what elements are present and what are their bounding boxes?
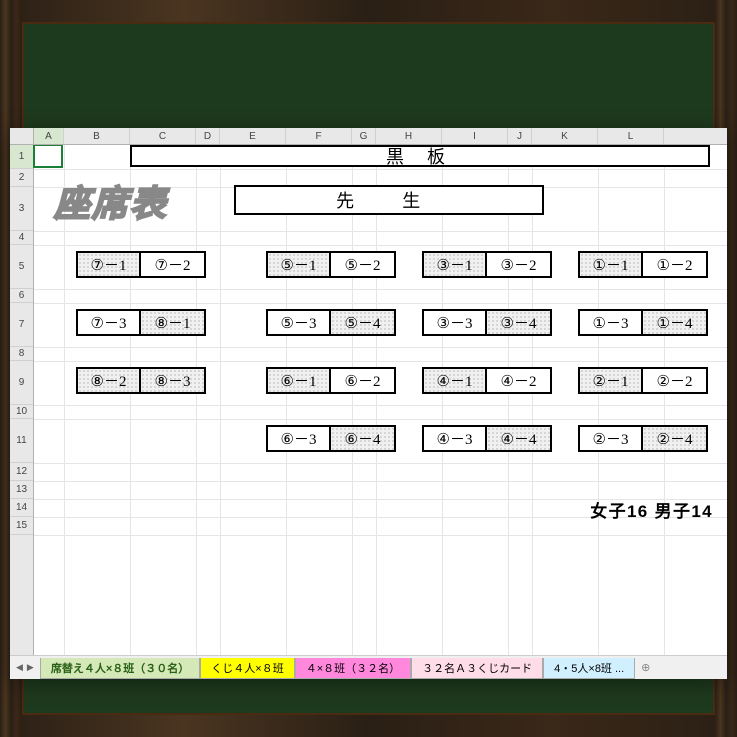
seat-group: ⑦－3⑧－1	[76, 309, 206, 336]
seat-cell[interactable]: ⑤－1	[266, 251, 331, 278]
title-seating-chart: 座席表	[54, 175, 167, 227]
seat-group: ②－1②－2	[578, 367, 708, 394]
blackboard-banner: 黒 板	[130, 145, 710, 167]
seat-cell[interactable]: ③－3	[422, 309, 487, 336]
row-head-6[interactable]: 6	[10, 289, 33, 303]
column-header-row: ABCDEFGHIJKL	[10, 128, 727, 145]
col-head-H[interactable]: H	[376, 128, 442, 144]
excel-window: ABCDEFGHIJKL 123456789101112131415 黒 板 座…	[10, 128, 727, 679]
content-layer: 黒 板 座席表 先 生 ⑦－1⑦－2⑤－1⑤－2③－1③－2①－1①－2⑦－3⑧…	[34, 145, 727, 655]
seat-group: ⑦－1⑦－2	[76, 251, 206, 278]
row-head-5[interactable]: 5	[10, 245, 33, 289]
seat-cell[interactable]: ②－1	[578, 367, 643, 394]
seat-cell[interactable]: ⑥－1	[266, 367, 331, 394]
row-header-column: 123456789101112131415	[10, 145, 34, 655]
seat-cell[interactable]: ⑧－3	[141, 367, 206, 394]
row-head-2[interactable]: 2	[10, 169, 33, 187]
col-head-D[interactable]: D	[196, 128, 220, 144]
seat-group: ④－3④－4	[422, 425, 552, 452]
seat-cell[interactable]: ⑦－3	[76, 309, 141, 336]
row-head-9[interactable]: 9	[10, 361, 33, 405]
sheet-tab-bar: ◀ ▶ 席替え４人×８班（３０名）くじ４人×８班４×８班（３２名）３２名Ａ３くじ…	[10, 655, 727, 679]
seat-group: ④－1④－2	[422, 367, 552, 394]
teacher-box: 先 生	[234, 185, 544, 215]
add-sheet-button[interactable]: ⊕	[635, 656, 656, 679]
col-head-J[interactable]: J	[508, 128, 532, 144]
seat-group: ⑧－2⑧－3	[76, 367, 206, 394]
frame-bottom	[0, 715, 737, 737]
seat-group: ①－3①－4	[578, 309, 708, 336]
row-head-13[interactable]: 13	[10, 481, 33, 499]
blackboard-label: 黒 板	[386, 145, 454, 169]
teacher-label: 先 生	[336, 187, 442, 213]
seat-cell[interactable]: ②－4	[643, 425, 708, 452]
seat-cell[interactable]: ⑦－2	[141, 251, 206, 278]
plus-icon: ⊕	[641, 661, 650, 674]
sheet-tab[interactable]: 席替え４人×８班（３０名）	[40, 658, 200, 679]
col-head-K[interactable]: K	[532, 128, 598, 144]
row-head-10[interactable]: 10	[10, 405, 33, 419]
seat-group: ⑥－3⑥－4	[266, 425, 396, 452]
seat-cell[interactable]: ①－4	[643, 309, 708, 336]
seat-cell[interactable]: ⑥－4	[331, 425, 396, 452]
row-head-12[interactable]: 12	[10, 463, 33, 481]
select-all-corner[interactable]	[10, 128, 34, 144]
seat-cell[interactable]: ⑥－3	[266, 425, 331, 452]
row-head-15[interactable]: 15	[10, 517, 33, 535]
seat-cell[interactable]: ③－2	[487, 251, 552, 278]
row-head-14[interactable]: 14	[10, 499, 33, 517]
row-head-8[interactable]: 8	[10, 347, 33, 361]
row-head-1[interactable]: 1	[10, 145, 33, 169]
seat-cell[interactable]: ⑤－2	[331, 251, 396, 278]
sheet-tab[interactable]: ４×８班（３２名）	[295, 658, 411, 679]
seat-cell[interactable]: ⑤－3	[266, 309, 331, 336]
tab-next-icon[interactable]: ▶	[27, 662, 34, 673]
col-head-E[interactable]: E	[220, 128, 286, 144]
seat-cell[interactable]: ③－1	[422, 251, 487, 278]
gender-count: 女子16 男子14	[590, 497, 713, 522]
seat-cell[interactable]: ③－4	[487, 309, 552, 336]
seat-group: ⑤－3⑤－4	[266, 309, 396, 336]
active-cell[interactable]	[33, 145, 63, 168]
sheet-tab[interactable]: 4・5人×8班 ...	[543, 658, 635, 679]
seat-cell[interactable]: ①－1	[578, 251, 643, 278]
col-head-F[interactable]: F	[286, 128, 352, 144]
frame-top	[0, 0, 737, 22]
seat-cell[interactable]: ②－2	[643, 367, 708, 394]
col-head-L[interactable]: L	[598, 128, 664, 144]
seat-cell[interactable]: ⑤－4	[331, 309, 396, 336]
seat-group: ⑤－1⑤－2	[266, 251, 396, 278]
seat-cell[interactable]: ④－4	[487, 425, 552, 452]
seat-cell[interactable]: ⑧－1	[141, 309, 206, 336]
seat-cell[interactable]: ④－2	[487, 367, 552, 394]
row-head-11[interactable]: 11	[10, 419, 33, 463]
seat-cell[interactable]: ②－3	[578, 425, 643, 452]
seat-cell[interactable]: ⑧－2	[76, 367, 141, 394]
col-head-A[interactable]: A	[34, 128, 64, 144]
seat-cell[interactable]: ⑦－1	[76, 251, 141, 278]
grid-area[interactable]: 黒 板 座席表 先 生 ⑦－1⑦－2⑤－1⑤－2③－1③－2①－1①－2⑦－3⑧…	[34, 145, 727, 655]
sheet-body: 123456789101112131415 黒 板 座席表 先 生 ⑦－1⑦－2…	[10, 145, 727, 655]
row-head-4[interactable]: 4	[10, 231, 33, 245]
col-head-B[interactable]: B	[64, 128, 130, 144]
seat-group: ③－3③－4	[422, 309, 552, 336]
tab-prev-icon[interactable]: ◀	[16, 662, 23, 673]
sheet-tab[interactable]: くじ４人×８班	[200, 658, 294, 679]
row-head-7[interactable]: 7	[10, 303, 33, 347]
row-head-3[interactable]: 3	[10, 187, 33, 231]
tab-nav-arrows[interactable]: ◀ ▶	[10, 656, 40, 679]
seat-cell[interactable]: ④－1	[422, 367, 487, 394]
seat-cell[interactable]: ①－3	[578, 309, 643, 336]
seat-group: ⑥－1⑥－2	[266, 367, 396, 394]
seat-group: ③－1③－2	[422, 251, 552, 278]
col-head-G[interactable]: G	[352, 128, 376, 144]
seat-cell[interactable]: ④－3	[422, 425, 487, 452]
seat-group: ②－3②－4	[578, 425, 708, 452]
seat-cell[interactable]: ⑥－2	[331, 367, 396, 394]
seat-cell[interactable]: ①－2	[643, 251, 708, 278]
col-head-C[interactable]: C	[130, 128, 196, 144]
sheet-tab[interactable]: ３２名Ａ３くじカード	[411, 658, 543, 679]
col-head-I[interactable]: I	[442, 128, 508, 144]
seat-group: ①－1①－2	[578, 251, 708, 278]
